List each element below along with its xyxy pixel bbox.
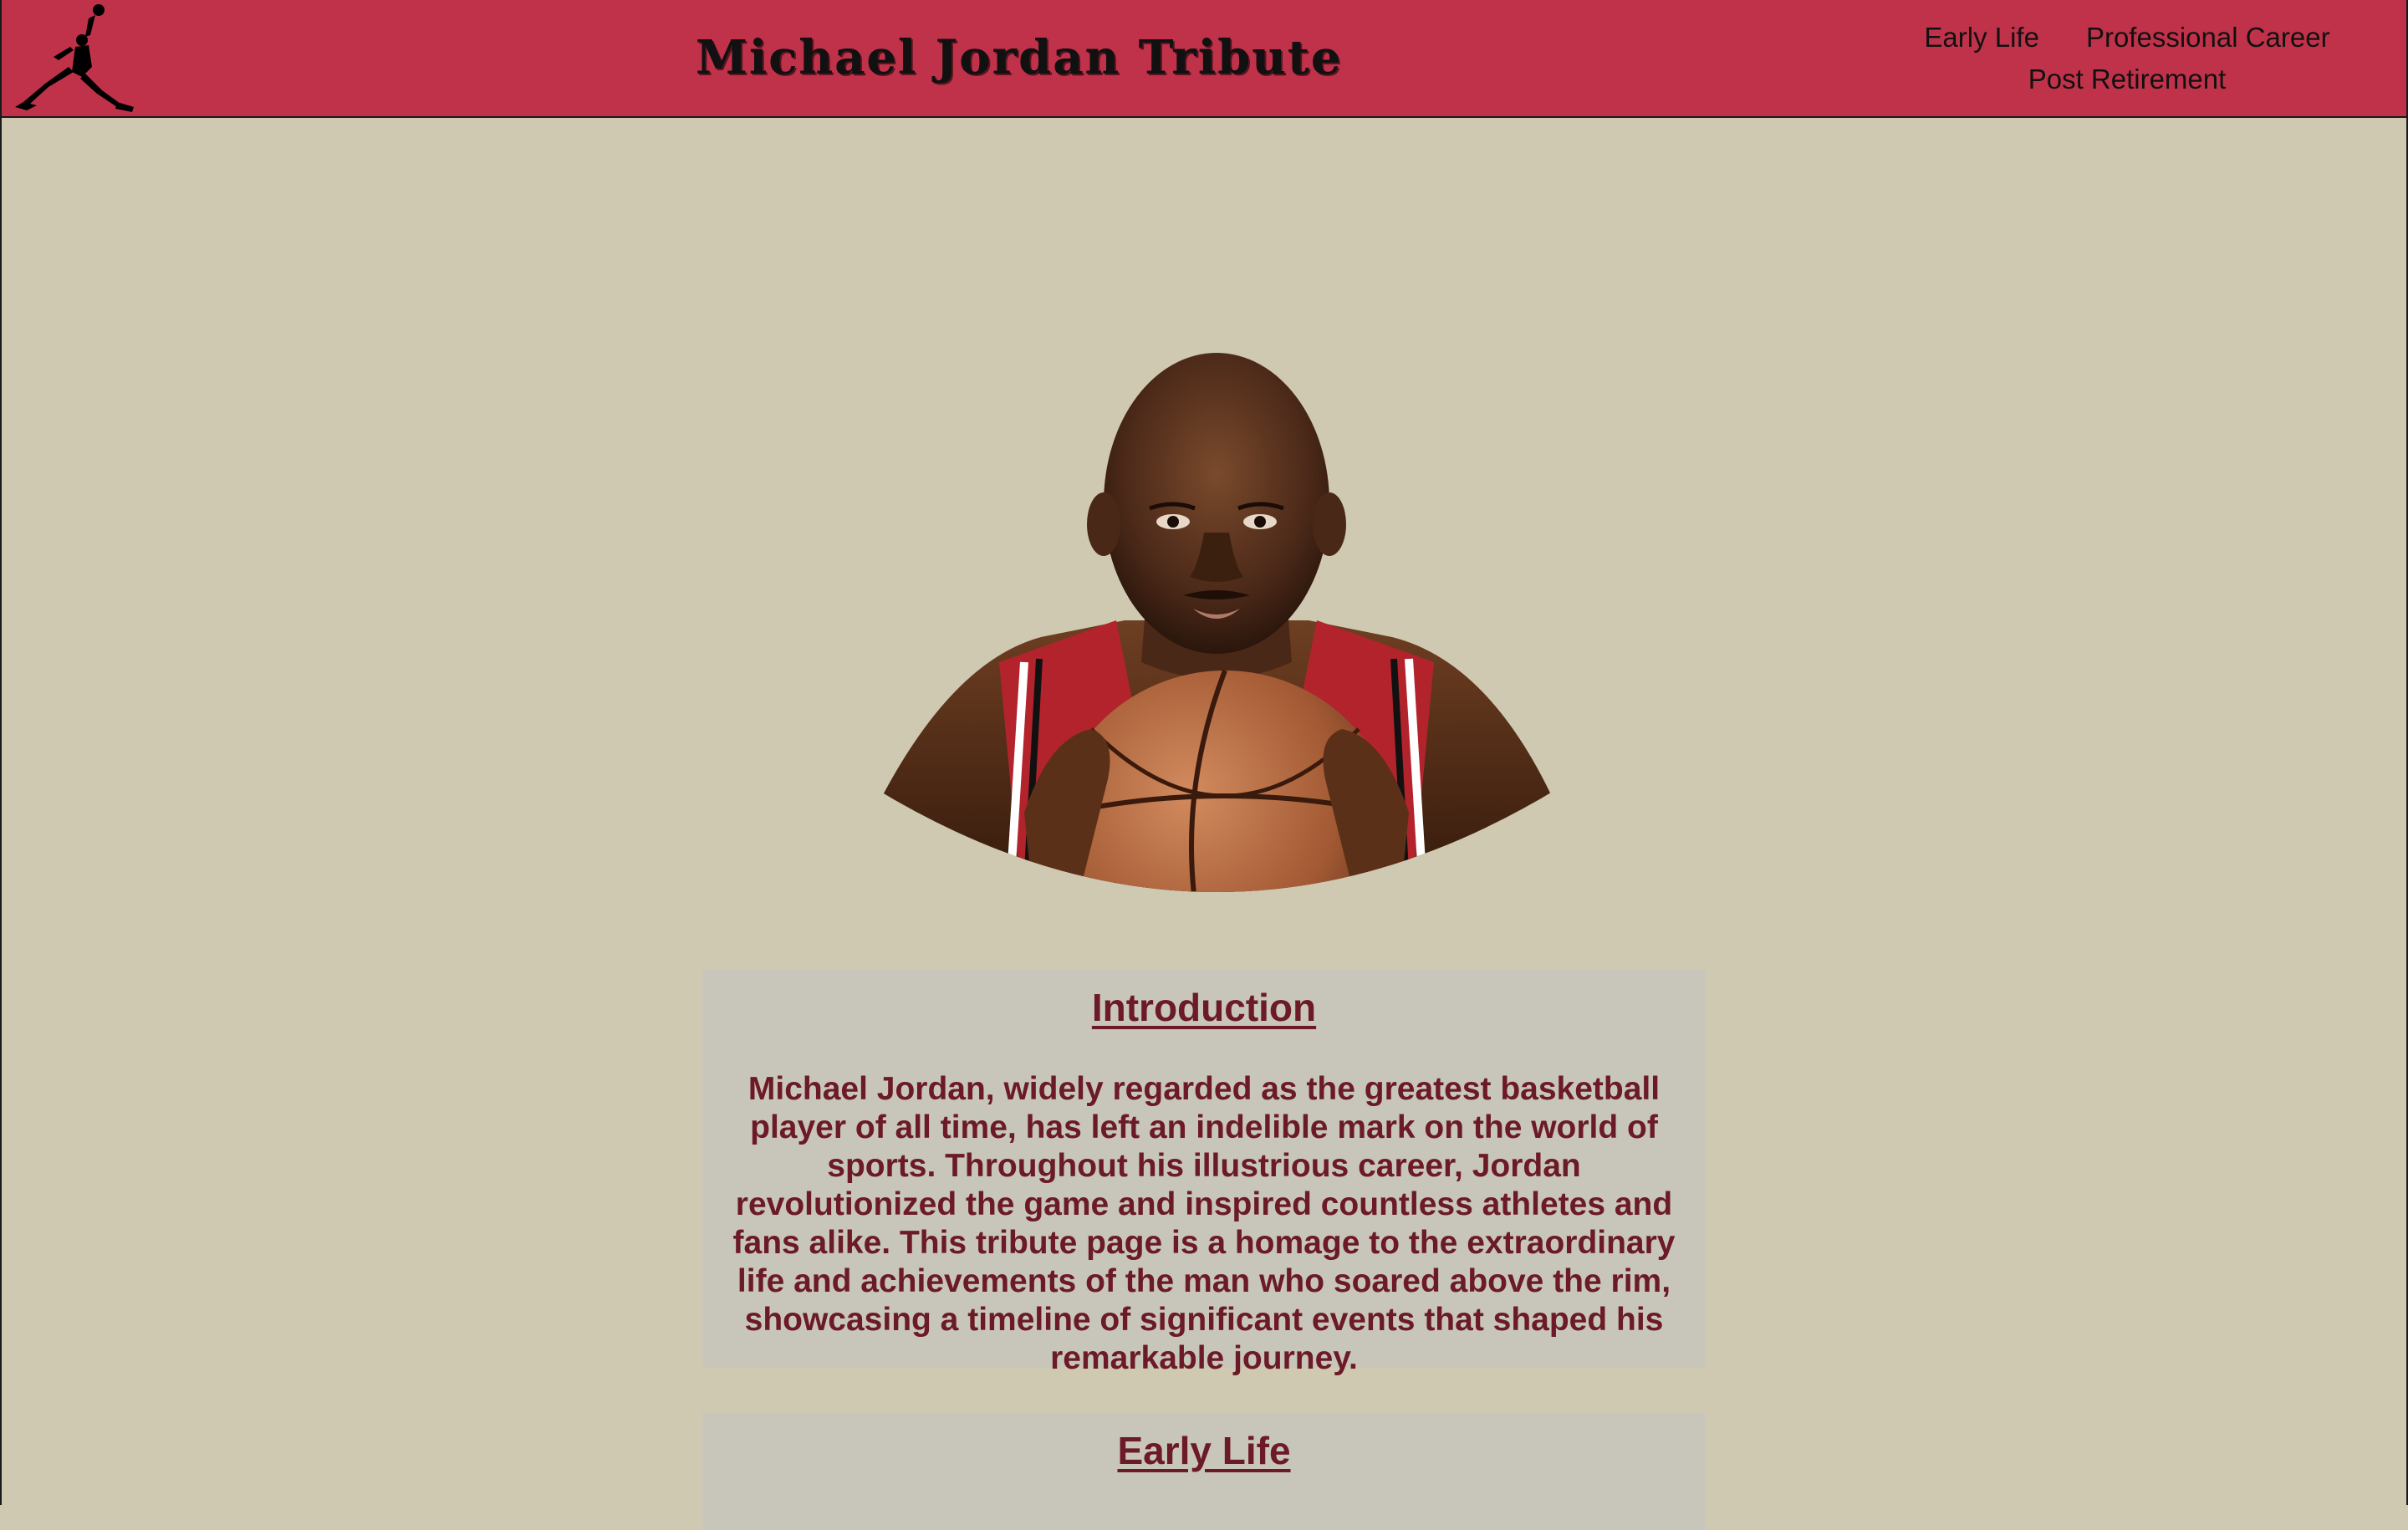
early-life-section: Early Life bbox=[702, 1413, 1706, 1530]
jumpman-logo-icon[interactable] bbox=[12, 0, 135, 117]
intro-section: Introduction Michael Jordan, widely rega… bbox=[702, 970, 1706, 1376]
intro-heading: Introduction bbox=[1091, 986, 1317, 1029]
main-nav: Early Life Professional Career Post Retir… bbox=[1893, 17, 2361, 100]
intro-body: Michael Jordan, widely regarded as the g… bbox=[732, 1071, 1676, 1376]
site-header: Michael Jordan Tribute Early Life Profess… bbox=[0, 0, 2408, 118]
site-title: Michael Jordan Tribute bbox=[696, 30, 1343, 85]
nav-link-post-retirement[interactable]: Post Retirement bbox=[2028, 59, 2227, 100]
early-life-heading: Early Life bbox=[1117, 1429, 1291, 1472]
nav-link-early-life[interactable]: Early Life bbox=[1924, 17, 2039, 59]
jordan-portrait-image bbox=[874, 344, 1559, 892]
nav-link-professional-career[interactable]: Professional Career bbox=[2086, 17, 2330, 59]
